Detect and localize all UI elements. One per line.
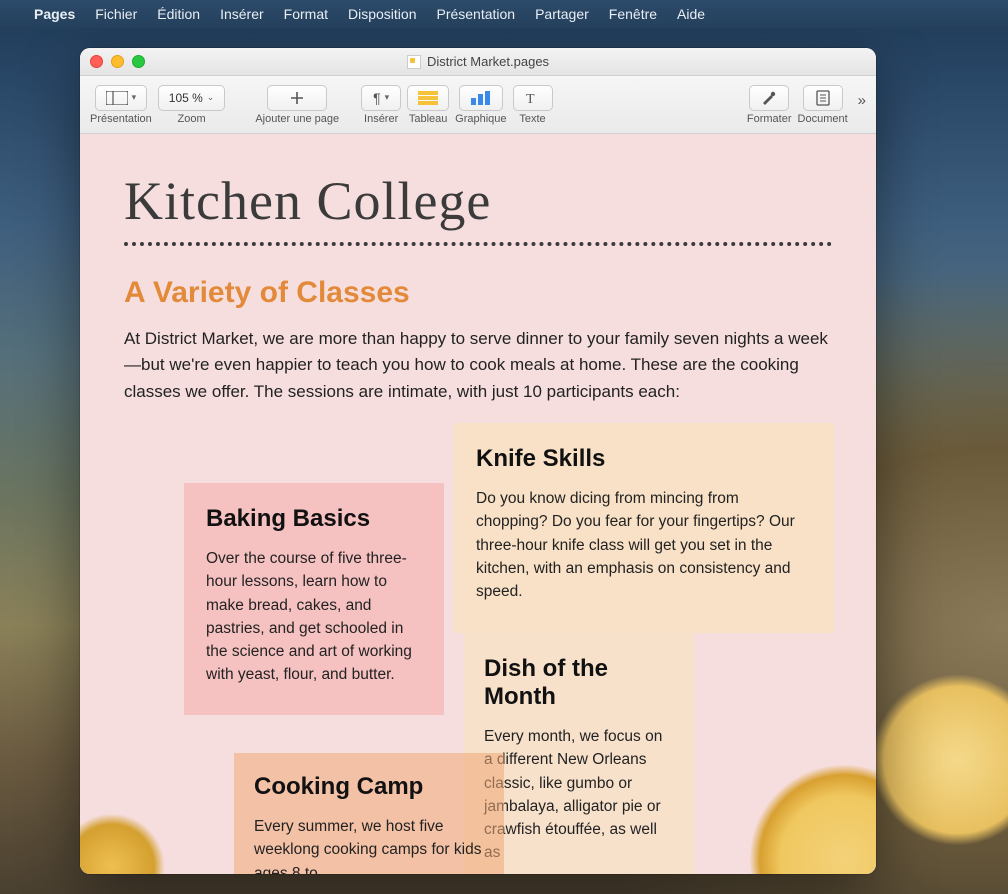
chevron-down-icon: ⌄: [207, 92, 215, 103]
card-cooking-camp[interactable]: Cooking Camp Every summer, we host five …: [234, 753, 504, 874]
menu-disposition[interactable]: Disposition: [338, 6, 426, 22]
close-icon[interactable]: [90, 55, 103, 68]
card-title: Cooking Camp: [254, 773, 486, 801]
menu-insert[interactable]: Insérer: [210, 6, 274, 22]
brush-icon: [760, 90, 778, 106]
plus-icon: [289, 90, 305, 106]
window-titlebar[interactable]: District Market.pages: [80, 48, 876, 76]
intro-paragraph[interactable]: At District Market, we are more than hap…: [124, 326, 832, 405]
insert-button[interactable]: ¶ ▾: [361, 85, 401, 111]
menu-app[interactable]: Pages: [24, 6, 85, 22]
menu-file[interactable]: Fichier: [85, 6, 147, 22]
cards-layout: Knife Skills Do you know dicing from min…: [124, 423, 832, 874]
menu-presentation[interactable]: Présentation: [426, 6, 525, 22]
menu-format[interactable]: Format: [274, 6, 338, 22]
menu-help[interactable]: Aide: [667, 6, 715, 22]
document-label: Document: [798, 113, 848, 125]
chart-icon: [470, 91, 492, 105]
card-title: Dish of the Month: [484, 655, 674, 711]
menu-share[interactable]: Partager: [525, 6, 599, 22]
page-title[interactable]: Kitchen College: [124, 170, 832, 232]
card-title: Baking Basics: [206, 505, 426, 533]
paragraph-icon: ¶: [373, 90, 381, 106]
table-icon: [418, 91, 438, 105]
menu-window[interactable]: Fenêtre: [599, 6, 667, 22]
document-icon: [816, 90, 830, 106]
card-body: Every summer, we host five weeklong cook…: [254, 815, 486, 874]
document-icon: [407, 55, 421, 69]
add-page-button[interactable]: [267, 85, 327, 111]
minimize-icon[interactable]: [111, 55, 124, 68]
menubar: Pages Fichier Édition Insérer Format Dis…: [0, 0, 1008, 28]
card-body: Every month, we focus on a different New…: [484, 725, 674, 865]
card-body: Over the course of five three-hour lesso…: [206, 547, 426, 687]
zoom-label: Zoom: [177, 113, 205, 125]
document-page: Kitchen College A Variety of Classes At …: [80, 134, 876, 874]
toolbar: ▾ Présentation 105 % ⌄ Zoom Ajouter une …: [80, 76, 876, 134]
section-heading[interactable]: A Variety of Classes: [124, 276, 832, 310]
text-label: Texte: [519, 113, 545, 125]
card-knife-skills[interactable]: Knife Skills Do you know dicing from min…: [454, 423, 834, 633]
fullscreen-icon[interactable]: [132, 55, 145, 68]
chart-label: Graphique: [455, 113, 506, 125]
format-button[interactable]: [749, 85, 789, 111]
format-label: Formater: [747, 113, 792, 125]
insert-label: Insérer: [364, 113, 398, 125]
zoom-value: 105 %: [169, 91, 203, 105]
menu-edit[interactable]: Édition: [147, 6, 210, 22]
text-button[interactable]: T: [513, 85, 553, 111]
divider-dotted: [124, 242, 832, 246]
presentation-label: Présentation: [90, 113, 152, 125]
view-icon: [106, 91, 128, 105]
add-page-label: Ajouter une page: [255, 113, 339, 125]
card-title: Knife Skills: [476, 445, 812, 473]
card-baking-basics[interactable]: Baking Basics Over the course of five th…: [184, 483, 444, 715]
toolbar-overflow-icon[interactable]: »: [858, 86, 866, 109]
svg-text:T: T: [526, 92, 535, 105]
window-controls: [90, 55, 145, 68]
app-window: District Market.pages ▾ Présentation 105…: [80, 48, 876, 874]
chevron-down-icon: ▾: [385, 92, 390, 103]
text-icon: T: [525, 91, 541, 105]
card-body: Do you know dicing from mincing from cho…: [476, 487, 812, 603]
document-button[interactable]: [803, 85, 843, 111]
chevron-down-icon: ▾: [132, 92, 137, 103]
presentation-button[interactable]: ▾: [95, 85, 148, 111]
zoom-dropdown[interactable]: 105 % ⌄: [158, 85, 226, 111]
document-canvas[interactable]: Kitchen College A Variety of Classes At …: [80, 134, 876, 874]
table-label: Tableau: [409, 113, 448, 125]
chart-button[interactable]: [459, 85, 503, 111]
window-title: District Market.pages: [427, 54, 549, 69]
table-button[interactable]: [407, 85, 449, 111]
